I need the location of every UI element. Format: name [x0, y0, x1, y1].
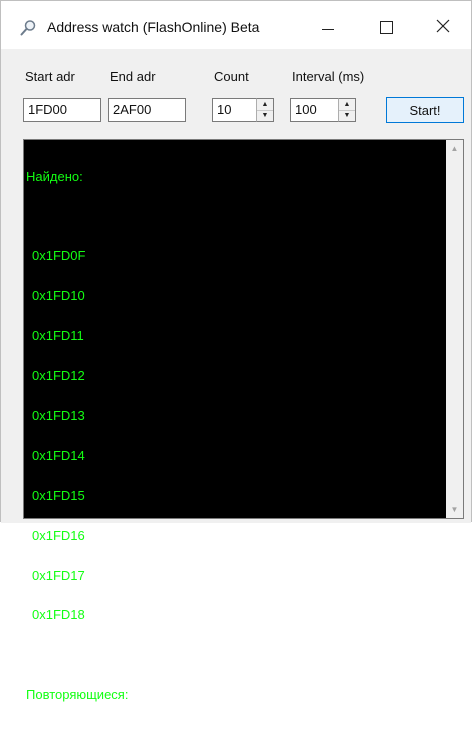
address-line: 0x1FD18 — [32, 607, 85, 623]
interval-input[interactable]: 100 — [290, 98, 338, 122]
minimize-icon — [322, 28, 334, 30]
scroll-up-icon[interactable]: ▲ — [446, 140, 463, 157]
magnifier-icon — [19, 19, 37, 37]
end-adr-label: End adr — [110, 69, 156, 84]
start-button[interactable]: Start! — [386, 97, 464, 123]
address-line: 0x1FD0F — [32, 248, 86, 264]
interval-stepper[interactable]: ▲ ▼ — [338, 98, 356, 122]
address-line: 0x1FD13 — [32, 407, 85, 423]
address-line: 0x1FD12 — [32, 368, 85, 384]
output-log[interactable]: Найдено: 0x1FD0F 0x1FD10 0x1FD11 0x1FD12… — [23, 139, 464, 701]
interval-label: Interval (ms) — [292, 69, 365, 84]
close-button[interactable] — [420, 11, 466, 43]
client-area: Start adr End adr Count Interval (ms) 1F… — [1, 49, 471, 701]
stepper-up-icon[interactable]: ▲ — [339, 99, 355, 110]
output-text: Найдено: 0x1FD0F 0x1FD10 0x1FD11 0x1FD12… — [26, 143, 440, 728]
window-title: Address watch (FlashOnline) Beta — [47, 19, 260, 35]
stepper-down-icon[interactable]: ▼ — [339, 109, 355, 122]
close-icon — [436, 18, 450, 36]
count-label: Count — [214, 69, 249, 84]
address-line: 0x1FD11 — [32, 328, 84, 344]
count-stepper[interactable]: ▲ ▼ — [256, 98, 274, 122]
maximize-icon — [379, 20, 393, 34]
start-adr-label: Start adr — [25, 69, 75, 84]
end-adr-input[interactable]: 2AF00 — [108, 98, 186, 122]
address-line: 0x1FD10 — [32, 288, 85, 304]
start-adr-input[interactable]: 1FD00 — [23, 98, 101, 122]
address-line: 0x1FD14 — [32, 447, 85, 463]
found-heading: Найдено: — [26, 168, 83, 184]
repeating-heading: Повторяющиеся: — [26, 687, 129, 703]
stepper-up-icon[interactable]: ▲ — [257, 99, 273, 110]
address-line: 0x1FD16 — [32, 527, 85, 543]
app-window: Address watch (FlashOnline) Beta Start a… — [0, 0, 472, 701]
address-line: 0x1FD15 — [32, 487, 85, 503]
scroll-down-icon[interactable]: ▼ — [446, 501, 463, 518]
maximize-button[interactable] — [363, 11, 409, 43]
address-line: 0x1FD17 — [32, 567, 85, 583]
count-input[interactable]: 10 — [212, 98, 256, 122]
title-bar[interactable]: Address watch (FlashOnline) Beta — [1, 1, 471, 49]
minimize-button[interactable] — [305, 11, 351, 43]
stepper-down-icon[interactable]: ▼ — [257, 109, 273, 122]
vertical-scrollbar[interactable]: ▲ ▼ — [446, 140, 463, 518]
